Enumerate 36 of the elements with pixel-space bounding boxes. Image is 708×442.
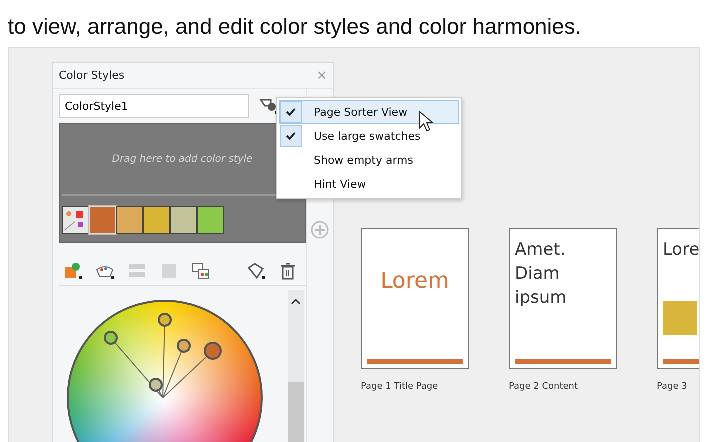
checkmark-icon [286,108,296,116]
page-title-text: Lorem [380,268,450,296]
toolbar-button[interactable] [246,262,266,280]
menu-item[interactable]: Show empty arms [279,148,459,172]
scroll-up-icon[interactable] [291,298,301,306]
color-swatch[interactable] [143,206,170,234]
menu-item[interactable]: Page Sorter View [279,100,459,124]
panel-title: Color Styles [59,69,125,82]
scrollbar-thumb[interactable] [288,382,304,442]
menu-item[interactable]: Hint View [279,172,459,196]
group-icon [159,262,179,280]
page-body-text: Amet. Diam ipsum [515,239,568,310]
page-label: Page 3 [657,382,688,392]
page-body-text: Lore [663,239,699,262]
page-thumbnail[interactable]: Amet. Diam ipsum [509,228,617,369]
mouse-pointer-icon [419,111,435,133]
color-swatch[interactable] [116,206,143,234]
harmony-swatch[interactable] [62,206,89,234]
color-swatch[interactable] [197,206,224,234]
new-color-style-icon [63,262,83,280]
toolbar-button[interactable] [278,262,298,280]
menu-item[interactable]: Use large swatches [279,124,459,148]
page-label: Page 1 Title Page [361,382,440,392]
color-swatch[interactable] [170,206,197,234]
page-thumbnail[interactable]: Lore [657,228,699,369]
import-icon [191,262,211,280]
style-name-field[interactable]: ColorStyle1 [59,94,249,118]
drop-hint: Drag here to add color style [112,154,253,164]
checkmark-icon [286,132,296,140]
harmony-edit-icon [246,262,266,280]
page-label: Page 2 Content [509,382,580,392]
caption-text: to view, arrange, and edit color styles and color harmonies. [7,13,583,41]
delete-icon [278,262,298,280]
toolbar-button[interactable] [63,262,83,280]
convert-icon [127,262,147,280]
color-block [663,300,697,335]
